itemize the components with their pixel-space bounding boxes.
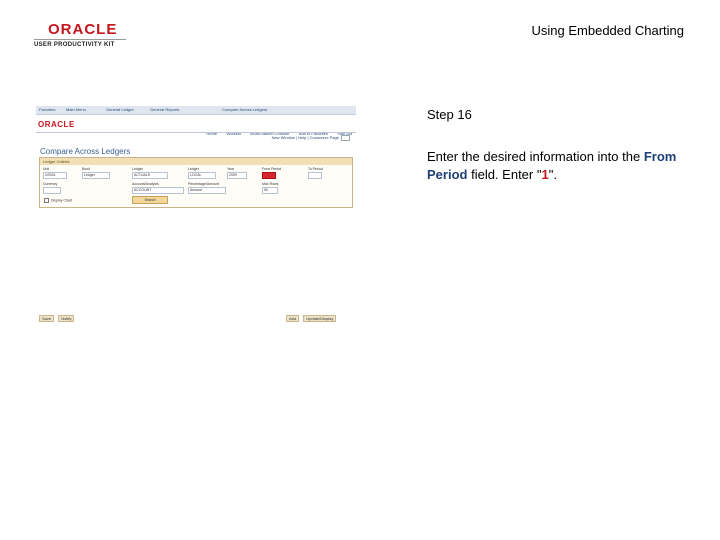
nav-link-compare-ledgers[interactable]: Compare Across Ledgers (222, 107, 267, 112)
from-period-field: From Period (262, 167, 282, 179)
panel-title: Ledger Criteria (40, 158, 352, 165)
logo-upk-text: USER PRODUCTIVITY KIT (34, 39, 126, 48)
unit-label: Unit (43, 167, 50, 171)
from-period-label: From Period (262, 167, 282, 171)
breadcrumb-bar: Favorites Main Menu General Ledger Gener… (36, 106, 356, 115)
application-screenshot: Favorites Main Menu General Ledger Gener… (36, 106, 356, 326)
nav-link-general-ledger[interactable]: General Ledger (106, 107, 134, 112)
step-instruction: Enter the desired information into the F… (427, 148, 682, 184)
bottom-toolbar-left: Save Notify (39, 315, 77, 322)
logo-oracle-text: ORACLE (48, 21, 118, 38)
ledger2-label: Ledger (188, 167, 199, 171)
to-period-field: To Period (308, 167, 323, 179)
year-field: Year 2009 (227, 167, 247, 179)
add-button[interactable]: Add (286, 315, 300, 322)
step-label: Step 16 (427, 107, 472, 122)
to-period-input[interactable] (308, 172, 322, 179)
app-brand-logo: ORACLE (38, 120, 75, 129)
percentage-field: Percentage/Amount Amount (188, 182, 226, 194)
percentage-select[interactable]: Amount (188, 187, 226, 194)
currency-field: Currency (43, 182, 61, 194)
nav-divider (36, 132, 356, 133)
page-links: New Window | Help | Customize Page (272, 135, 350, 141)
display-chart-label: Display Chart (51, 198, 73, 203)
ledger2-field: Ledger LOCAL (188, 167, 216, 179)
currency-input[interactable] (43, 187, 61, 194)
instruction-suffix: ". (548, 167, 557, 182)
percentage-label: Percentage/Amount (188, 182, 219, 186)
max-rows-input[interactable]: 50 (262, 187, 278, 194)
update-display-button[interactable]: Update/Display (303, 315, 337, 322)
display-chart-checkbox[interactable]: Display Chart (44, 198, 72, 203)
book-label: Book (82, 167, 90, 171)
notify-button[interactable]: Notify (58, 315, 75, 322)
oracle-upk-logo: ORACLE USER PRODUCTIVITY KIT (34, 22, 126, 48)
instruction-mid: field. Enter " (471, 167, 542, 182)
screenshot-page-heading: Compare Across Ledgers (40, 147, 131, 156)
year-label: Year (227, 167, 235, 171)
ledger1-label: Ledger (132, 167, 143, 171)
ledger1-field: Ledger ACTUALS (132, 167, 168, 179)
unit-input[interactable]: US001 (43, 172, 67, 179)
account-select[interactable]: ACCOUNT (132, 187, 184, 194)
ledger2-input[interactable]: LOCAL (188, 172, 216, 179)
account-label: Account/Analysis (132, 182, 159, 186)
page-links-text[interactable]: New Window | Help | Customize Page (272, 135, 339, 140)
max-rows-field: Max Rows 50 (262, 182, 278, 194)
ledger-criteria-panel: Ledger Criteria Unit US001 Book Ledger L… (39, 157, 353, 208)
save-button[interactable]: Save (39, 315, 55, 322)
to-period-label: To Period (308, 167, 323, 171)
max-rows-label: Max Rows (262, 182, 279, 186)
bottom-toolbar-right: Add Update/Display (286, 315, 339, 322)
search-button[interactable]: Search (132, 196, 168, 204)
ledger1-input[interactable]: ACTUALS (132, 172, 168, 179)
instruction-prefix: Enter the desired information into the (427, 149, 641, 164)
year-input[interactable]: 2009 (227, 172, 247, 179)
nav-link-main-menu[interactable]: Main Menu (66, 107, 86, 112)
page-title: Using Embedded Charting (531, 23, 684, 38)
instruction-value: 1 (541, 167, 549, 182)
customize-icon[interactable] (341, 135, 350, 141)
checkbox-icon[interactable] (44, 198, 49, 203)
book-field: Book Ledger (82, 167, 110, 179)
nav-link-favorites[interactable]: Favorites (39, 107, 55, 112)
nav-link-general-reports[interactable]: General Reports (150, 107, 179, 112)
book-input[interactable]: Ledger (82, 172, 110, 179)
account-field: Account/Analysis ACCOUNT (132, 182, 184, 194)
top-links: Home Worklist MultiChannel Console Add t… (201, 122, 352, 136)
currency-label: Currency (43, 182, 58, 186)
unit-field: Unit US001 (43, 167, 67, 179)
from-period-input[interactable] (262, 172, 276, 179)
